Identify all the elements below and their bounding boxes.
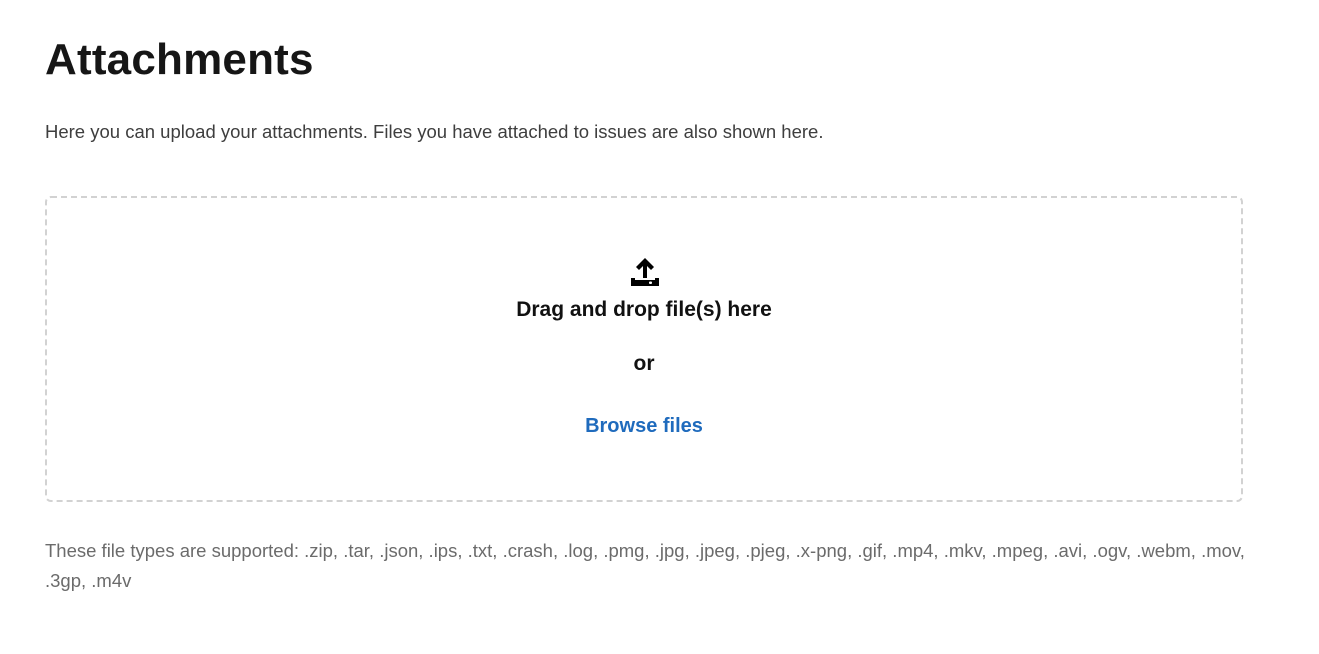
or-label: or (633, 352, 655, 375)
browse-files-container: Browse files (47, 412, 1241, 440)
browse-files-link[interactable]: Browse files (585, 415, 703, 437)
drag-drop-label: Drag and drop file(s) here (516, 298, 772, 321)
page-description: Here you can upload your attachments. Fi… (45, 121, 824, 142)
supported-file-types: These file types are supported: .zip, .t… (45, 540, 1245, 591)
page-title: Attachments (45, 35, 314, 84)
upload-icon (631, 258, 659, 286)
file-dropzone[interactable]: Drag and drop file(s) here or Browse fil… (45, 196, 1243, 502)
